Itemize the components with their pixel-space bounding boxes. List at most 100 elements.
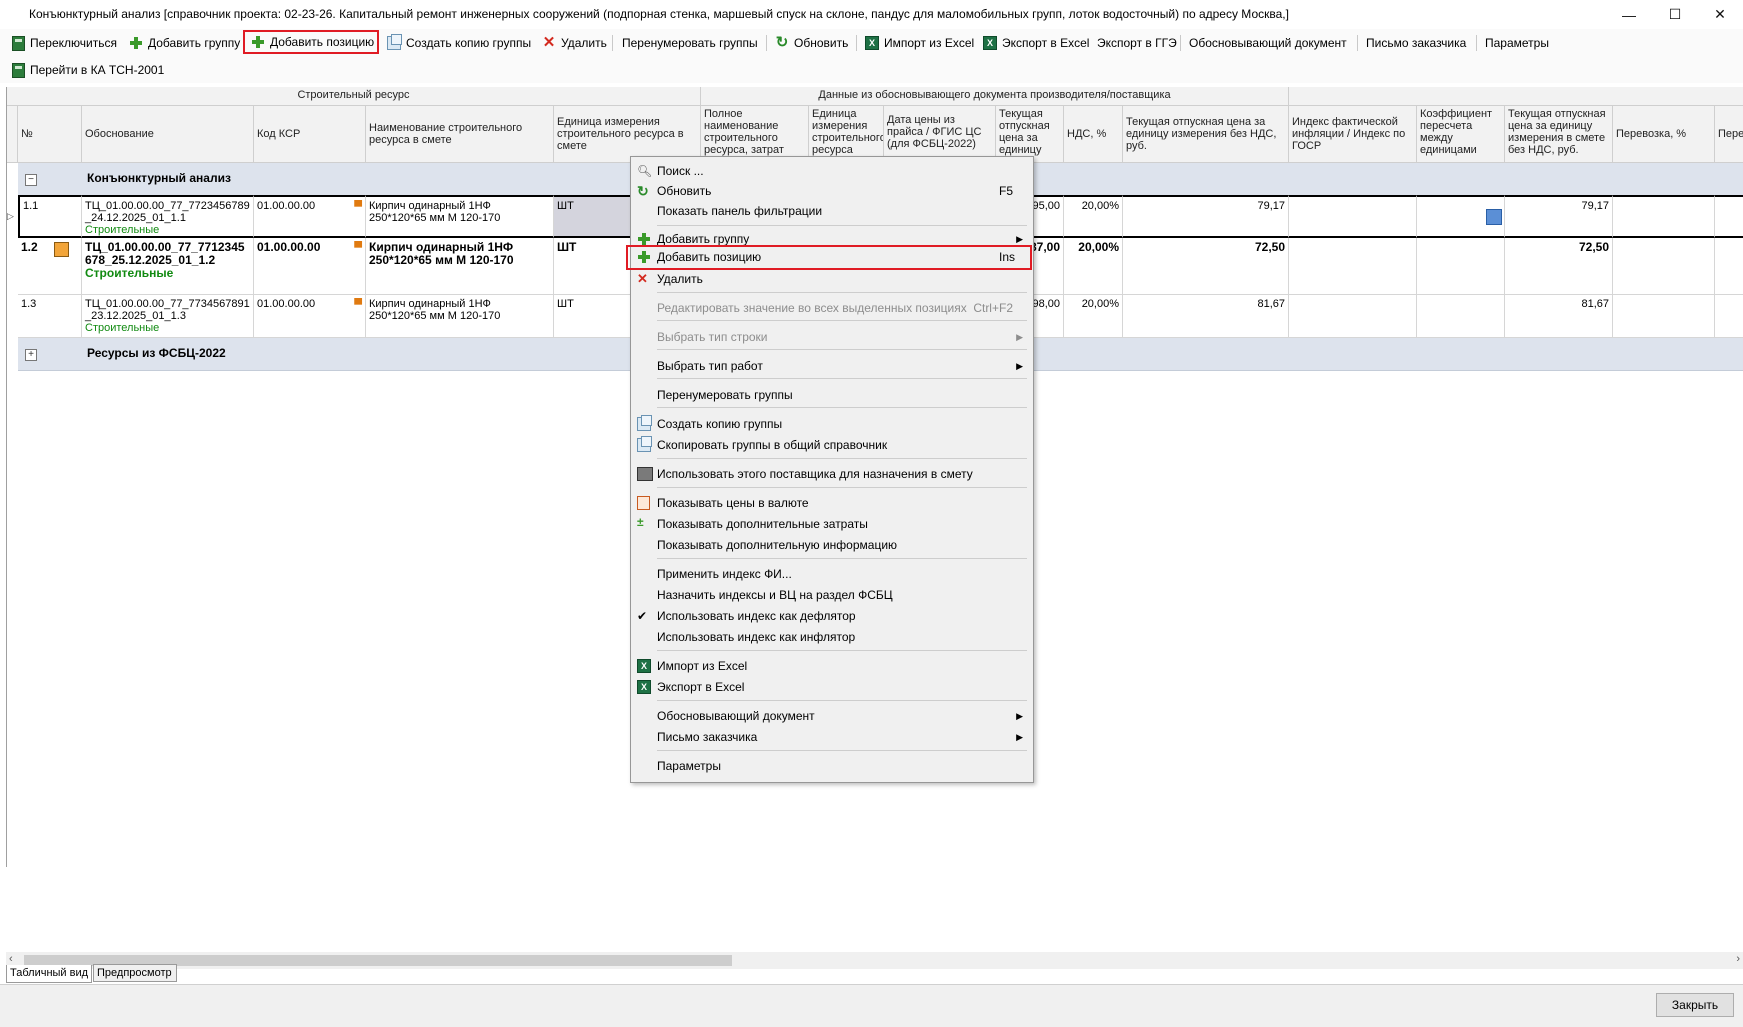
close-window-button[interactable]: ✕ [1697,0,1743,29]
cell-price-novat[interactable]: 81,67 [1123,295,1289,338]
cell-coef[interactable] [1417,238,1505,295]
cell-price-estimate[interactable]: 72,50 [1505,238,1613,295]
menu-label: Показывать цены в валюте [657,496,809,510]
cell-name[interactable]: Кирпич одинарный 1НФ 250*120*65 мм М 120… [366,195,554,238]
add-position-button[interactable]: Добавить позицию [243,30,379,54]
menu-item-copy-group[interactable]: Создать копию группы [633,414,1029,434]
cell-num[interactable]: 1.2 [18,238,82,295]
column-header-name[interactable]: Наименование строительного ресурса в сме… [366,106,554,163]
column-header-full-name[interactable]: Полное наименование строительного ресурс… [701,106,809,163]
cell-transport-2[interactable] [1715,295,1743,338]
switch-button[interactable]: Переключиться [10,33,119,53]
cell-coef[interactable] [1417,295,1505,338]
cell-coef[interactable] [1417,195,1505,238]
menu-item-inflator[interactable]: Использовать индекс как инфлятор [633,627,1029,647]
menu-item-refresh[interactable]: ↻ Обновить F5 [633,181,1029,201]
cell-transport[interactable] [1613,238,1715,295]
menu-item-currency[interactable]: Показывать цены в валюте [633,493,1029,513]
cell-transport-2[interactable] [1715,195,1743,238]
menu-item-show-filter[interactable]: Показать панель фильтрации [633,201,1029,221]
close-button[interactable]: Закрыть [1656,993,1734,1017]
export-gge-button[interactable]: Экспорт в ГГЭ [1095,33,1179,53]
cell-name[interactable]: Кирпич одинарный 1НФ 250*120*65 мм М 120… [366,295,554,338]
edit-icon [54,242,69,257]
column-header-index[interactable]: Индекс фактической инфляции / Индекс по … [1289,106,1417,163]
cell-ksr[interactable]: 01.00.00.00 ▀ [254,195,366,238]
cell-transport[interactable] [1613,195,1715,238]
menu-item-apply-fi[interactable]: Применить индекс ФИ... [633,564,1029,584]
cell-basis[interactable]: ТЦ_01.00.00.00_77_7734567891_23.12.2025_… [82,295,254,338]
column-header-basis[interactable]: Обоснование [82,106,254,163]
copy-group-button[interactable]: Создать копию группы [385,33,533,53]
menu-item-justifying-doc[interactable]: Обосновывающий документ ▶ [633,706,1029,726]
cell-ksr[interactable]: 01.00.00.00 ▀ [254,295,366,338]
cell-price-novat[interactable]: 79,17 [1123,195,1289,238]
menu-item-export-excel[interactable]: X Экспорт в Excel [633,677,1029,697]
renumber-button[interactable]: Перенумеровать группы [620,33,760,53]
cell-index[interactable] [1289,238,1417,295]
cell-vat[interactable]: 20,00% [1064,195,1123,238]
cell-ksr[interactable]: 01.00.00.00 ▀ [254,238,366,295]
add-group-label: Добавить группу [148,36,241,50]
cell-price-estimate[interactable]: 81,67 [1505,295,1613,338]
cell-transport[interactable] [1613,295,1715,338]
export-excel-button[interactable]: X Экспорт в Excel [981,33,1091,53]
customer-letter-button[interactable]: Письмо заказчика [1364,33,1468,53]
menu-item-params[interactable]: Параметры [633,756,1029,776]
menu-item-use-supplier[interactable]: Использовать этого поставщика для назнач… [633,464,1029,484]
cell-price-novat[interactable]: 72,50 [1123,238,1289,295]
menu-item-extra-info[interactable]: Показывать дополнительную информацию [633,535,1029,555]
refresh-button[interactable]: ↻ Обновить [773,33,850,53]
column-header-transport[interactable]: Перевозка, % [1613,106,1715,163]
cell-basis[interactable]: ТЦ_01.00.00.00_77_7712345678_25.12.2025_… [82,238,254,295]
menu-item-copy-to-common[interactable]: Скопировать группы в общий справочник [633,435,1029,455]
maximize-button[interactable]: ☐ [1652,0,1698,29]
menu-item-add-position[interactable]: Добавить позицию Ins [626,245,1032,270]
expand-icon[interactable]: + [25,349,37,361]
column-header-transport-2[interactable]: Пере [1715,106,1743,163]
column-header-current-price[interactable]: Текущая отпускная цена за единицу [996,106,1064,163]
tab-table-view[interactable]: Табличный вид [6,965,92,983]
menu-item-delete[interactable]: ✕ Удалить [633,269,1029,289]
cell-name[interactable]: Кирпич одинарный 1НФ 250*120*65 мм М 120… [366,238,554,295]
go-tsn-button[interactable]: Перейти в КА ТСН-2001 [10,60,166,80]
export-excel-label: Экспорт в Excel [1002,36,1090,50]
calendar-icon[interactable] [1486,209,1502,225]
minimize-button[interactable]: — [1606,0,1652,29]
column-header-coef[interactable]: Коэффициент пересчета между единицами [1417,106,1505,163]
cell-index[interactable] [1289,295,1417,338]
column-header-ksr[interactable]: Код КСР [254,106,366,163]
delete-button[interactable]: ✕ Удалить [540,33,609,53]
import-excel-button[interactable]: X Импорт из Excel [863,33,976,53]
column-header-price-novat[interactable]: Текущая отпускная цена за единицу измере… [1123,106,1289,163]
menu-item-renumber[interactable]: Перенумеровать группы [633,385,1029,405]
cell-price-estimate[interactable]: 79,17 [1505,195,1613,238]
menu-item-customer-letter[interactable]: Письмо заказчика ▶ [633,727,1029,747]
params-button[interactable]: Параметры [1483,33,1551,53]
column-header-price-estimate[interactable]: Текущая отпускная цена за единицу измере… [1505,106,1613,163]
collapse-icon[interactable]: − [25,174,37,186]
menu-item-assign-indexes[interactable]: Назначить индексы и ВЦ на раздел ФСБЦ [633,585,1029,605]
cell-vat[interactable]: 20,00% [1064,295,1123,338]
tab-preview[interactable]: Предпросмотр [93,964,177,982]
cell-num[interactable]: 1.1 [18,195,82,238]
menu-item-import-excel[interactable]: X Импорт из Excel [633,656,1029,676]
cell-basis[interactable]: ТЦ_01.00.00.00_77_7723456789_24.12.2025_… [82,195,254,238]
column-header-num[interactable]: № [18,106,82,163]
menu-item-extra-costs[interactable]: ± Показывать дополнительные затраты [633,514,1029,534]
menu-item-search[interactable]: 🔍︎ Поиск ... [633,161,1029,181]
column-header-unit[interactable]: Единица измерения строительного ресурса … [554,106,701,163]
menu-item-deflator[interactable]: ✔ Использовать индекс как дефлятор [633,606,1029,626]
justifying-doc-button[interactable]: Обосновывающий документ [1187,33,1349,53]
column-header-vat[interactable]: НДС, % [1064,106,1123,163]
menu-item-work-type[interactable]: Выбрать тип работ ▶ [633,356,1029,376]
cell-index[interactable] [1289,195,1417,238]
add-group-button[interactable]: Добавить группу [127,33,242,53]
cell-transport-2[interactable] [1715,238,1743,295]
column-header-date[interactable]: Дата цены из прайса / ФГИС ЦС (для ФСБЦ-… [884,106,996,163]
column-header-unit-resource[interactable]: Единица измерения строительного ресурса [809,106,884,163]
menu-item-row-type: Выбрать тип строки ▶ [633,327,1029,347]
cell-vat[interactable]: 20,00% [1064,238,1123,295]
menu-label: Выбрать тип работ [657,359,763,373]
cell-num[interactable]: 1.3 [18,295,82,338]
